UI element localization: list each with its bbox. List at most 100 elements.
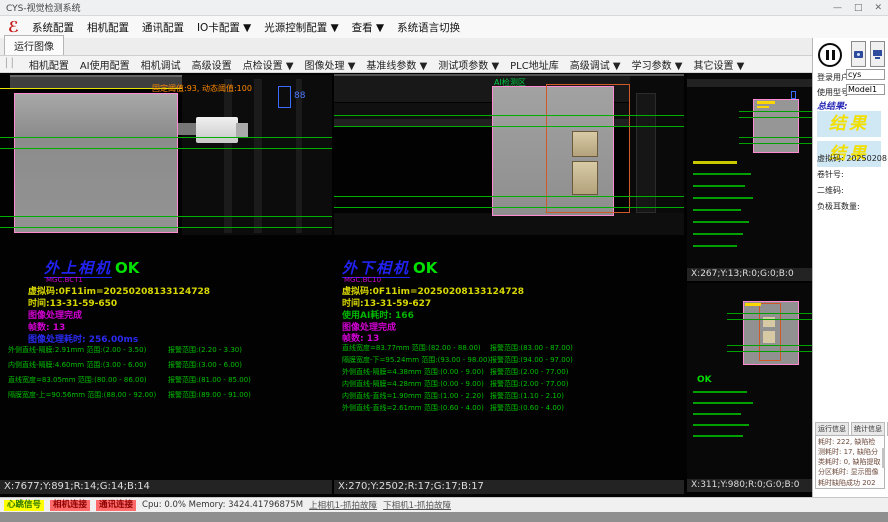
mini-text-line	[693, 391, 747, 393]
pin-number-field: 卷针号:	[817, 169, 844, 180]
menu-bar: ℰ 系统配置 相机配置 通讯配置 IO卡配置 ▼ 光源控制配置 ▼ 查看 ▼ 系…	[0, 16, 888, 38]
roi-rect	[278, 86, 291, 108]
overlay-green-line	[0, 227, 332, 228]
middle-camera-panel[interactable]: AI检测区 外下相机OK MGC.BC10 虚拟码:0F11im=2025020…	[334, 73, 684, 497]
tool-spot-check[interactable]: 点检设置 ▼	[243, 57, 294, 72]
right-sidebar: 登录用户: 使用型号: 总结果: 结果 结果 虚拟码: 20250208 卷针号…	[812, 38, 888, 497]
left-camera-panel[interactable]: 88 固定阈值:93, 动态阈值:100 外上相机OK MGC.BCT1 虚拟码…	[0, 73, 332, 497]
product-region	[14, 93, 178, 233]
roi-value: 88	[294, 91, 305, 101]
alarm-range: 报警范围:(0.60 - 4.00)	[490, 403, 564, 413]
gripper-head	[196, 117, 238, 143]
model-input[interactable]	[846, 84, 885, 95]
camera-view-button[interactable]	[851, 41, 866, 67]
camera-result-title: 外上相机OK	[44, 257, 139, 278]
maximize-icon[interactable]: □	[854, 3, 863, 13]
overlay-label-mark	[757, 106, 769, 108]
menu-comm-config[interactable]: 通讯配置	[142, 20, 184, 35]
menu-io-config[interactable]: IO卡配置 ▼	[197, 20, 251, 35]
tool-advanced-settings[interactable]: 高级设置	[192, 57, 232, 72]
measurement-row: 外侧直线-隔膜:2.91mm 范围:(2.00 - 3.50) 报警范围:(2.…	[8, 345, 328, 360]
tool-camera-config[interactable]: 相机配置	[29, 57, 69, 72]
mini-text-line	[693, 209, 741, 211]
menu-camera-config[interactable]: 相机配置	[87, 20, 129, 35]
overlay-green-line	[739, 137, 812, 138]
camera-result-ok: OK	[413, 259, 437, 277]
log-scrollbar[interactable]	[882, 448, 885, 468]
menu-system-config[interactable]: 系统配置	[32, 20, 74, 35]
close-icon[interactable]: ✕	[874, 3, 882, 13]
monitor-stand-icon	[875, 57, 880, 59]
alarm-range: 报警范围:(89.00 - 91.00)	[168, 390, 251, 400]
tool-baseline-params[interactable]: 基准线参数 ▼	[366, 57, 427, 72]
pause-icon	[826, 50, 829, 60]
app-logo-icon: ℰ	[8, 20, 19, 35]
tab-flag	[763, 331, 775, 343]
qr-code-field: 二维码:	[817, 185, 844, 196]
alarm-range: 报警范围:(2.00 - 77.00)	[490, 379, 568, 389]
overlay-green-line	[334, 196, 684, 197]
menu-light-config[interactable]: 光源控制配置 ▼	[264, 20, 338, 35]
overlay-green-line	[727, 319, 812, 320]
pause-button[interactable]	[818, 43, 842, 67]
overlay-green-line	[0, 216, 332, 217]
overlay-green-line	[727, 351, 812, 352]
minimize-icon[interactable]: —	[833, 3, 842, 13]
process-time-line: 图像处理耗时: 256.00ms	[28, 332, 138, 345]
overlay-label-mark	[757, 101, 775, 104]
gripper-nub	[236, 123, 248, 137]
camera-result-ok: OK	[115, 259, 139, 277]
pause-icon	[832, 50, 835, 60]
thumbnail-bottom-panel[interactable]: OK X:311;Y:980;R:0;G:0;B:0	[687, 283, 812, 492]
overlay-green-line	[739, 117, 812, 118]
tool-test-params[interactable]: 测试项参数 ▼	[438, 57, 499, 72]
app-window: CYS-视觉检测系统 — □ ✕ ℰ 系统配置 相机配置 通讯配置 IO卡配置 …	[0, 0, 888, 512]
gripper-arm	[178, 123, 198, 135]
measurement-row: 外侧直线-隔膜=4.38mm 范围:(0.00 - 9.00) 报警范围:(2.…	[342, 367, 662, 379]
tool-other-settings[interactable]: 其它设置 ▼	[693, 57, 744, 72]
barcode-field-value: 20250208	[846, 154, 887, 163]
measurement-row: 直线宽度=83.05mm 范围:(80.00 - 86.00) 报警范围:(81…	[8, 375, 328, 390]
measurement-row: 外侧直线-直线=2.61mm 范围:(0.60 - 4.00) 报警范围:(0.…	[342, 403, 662, 415]
overlay-green-line	[727, 345, 812, 346]
tool-image-process[interactable]: 图像处理 ▼	[305, 57, 356, 72]
thumbnail-top-panel[interactable]: X:267;Y:13;R:0;G:0;B:0	[687, 73, 812, 281]
window-title: CYS-视觉检测系统	[6, 1, 81, 14]
measurement-value: 直线宽度=83.05mm 范围:(80.00 - 86.00)	[8, 376, 147, 384]
measurement-row: 隔膜宽度-上=90.56mm 范围:(88.00 - 92.00) 报警范围:(…	[8, 390, 328, 405]
measurement-value: 外侧直线-隔膜=4.38mm 范围:(0.00 - 9.00)	[342, 368, 484, 376]
login-user-input[interactable]	[846, 69, 885, 80]
heartbeat-badge: 心跳信号	[4, 500, 44, 511]
camera-result-title: 外下相机OK	[342, 257, 437, 278]
mini-text-line	[693, 233, 743, 235]
barcode-field: 虚拟码: 20250208	[817, 153, 887, 164]
measurement-value: 隔膜宽度-下=95.24mm 范围:(93.00 - 98.00)	[342, 356, 490, 364]
tool-plc-address[interactable]: PLC地址库	[510, 57, 559, 72]
barcode-field-label: 虚拟码:	[817, 154, 844, 163]
tool-ai-config[interactable]: AI使用配置	[80, 57, 130, 72]
tool-camera-debug[interactable]: 相机调试	[141, 57, 181, 72]
mini-text-line	[693, 424, 749, 426]
camera-connection-badge: 相机连接	[50, 500, 90, 511]
pixel-coordinate-bar: X:311;Y:980;R:0;G:0;B:0	[687, 479, 812, 492]
tool-learning-params[interactable]: 学习参数 ▼	[632, 57, 683, 72]
display-mode-button[interactable]	[870, 41, 885, 67]
log-output[interactable]: 耗时: 222, 缺陷检测耗时: 17, 缺陷分类耗时: 0, 缺陷提取分区耗时…	[815, 435, 885, 489]
overlay-label-mark	[745, 303, 761, 306]
info-tab-run[interactable]: 运行信息	[815, 422, 849, 436]
tool-advanced-debug[interactable]: 高级调试 ▼	[570, 57, 621, 72]
alarm-range: 报警范围:(2.20 - 3.30)	[168, 345, 242, 355]
alarm-range: 报警范围:(94.00 - 97.00)	[490, 355, 573, 365]
measurement-value: 外侧直线-直线=2.61mm 范围:(0.60 - 4.00)	[342, 404, 484, 412]
tab-run-image[interactable]: 运行图像	[4, 35, 64, 55]
measurement-row: 直线宽度=83.77mm 范围:(82.00 - 88.00) 报警范围:(83…	[342, 343, 662, 355]
info-tab-stats[interactable]: 统计信息	[851, 422, 885, 436]
camera-icon	[854, 51, 863, 58]
measurement-row: 内侧直线-直线=1.90mm 范围:(1.00 - 2.20) 报警范围:(1.…	[342, 391, 662, 403]
alarm-range: 报警范围:(1.10 - 2.10)	[490, 391, 564, 401]
alarm-range: 报警范围:(3.00 - 6.00)	[168, 360, 242, 370]
menu-view[interactable]: 查看 ▼	[352, 20, 384, 35]
measurement-value: 外侧直线-隔膜:2.91mm 范围:(2.00 - 3.50)	[8, 346, 146, 354]
alarm-range: 报警范围:(83.00 - 87.00)	[490, 343, 573, 353]
menu-language[interactable]: 系统语言切换	[397, 20, 460, 35]
